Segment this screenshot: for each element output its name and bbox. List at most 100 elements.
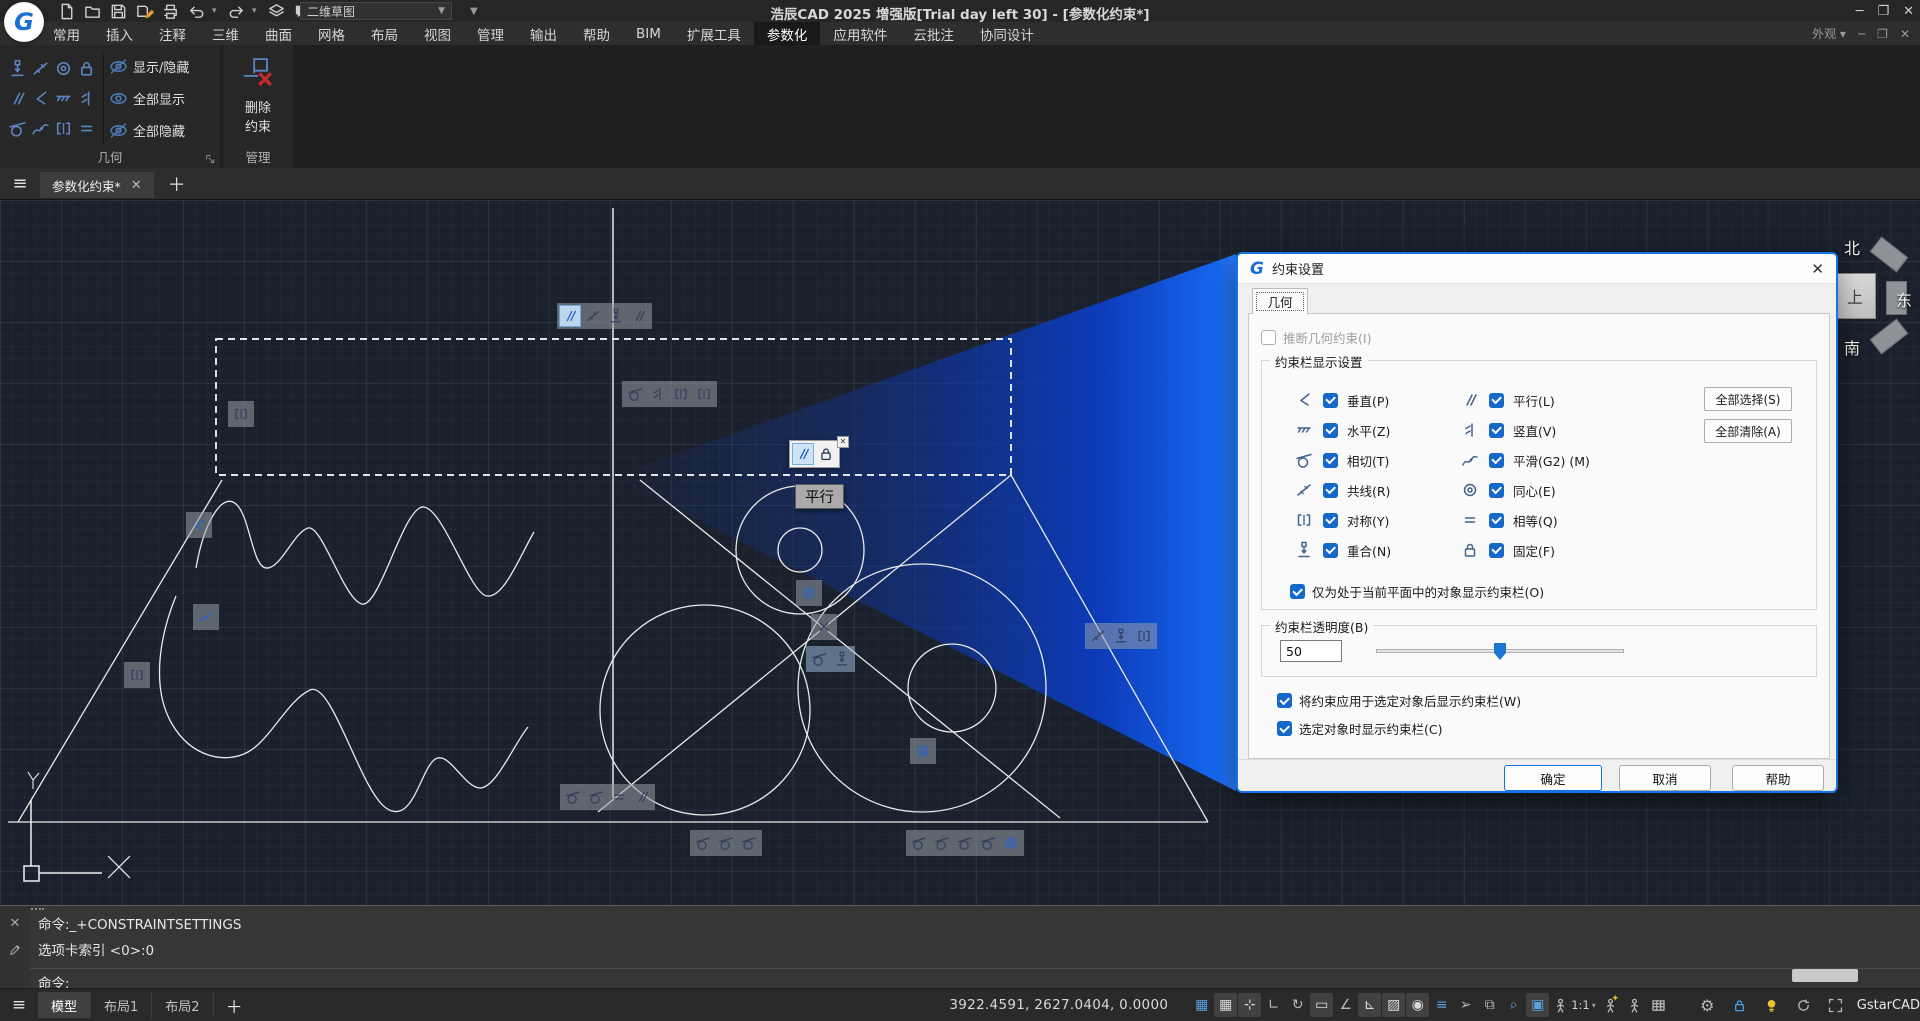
tangent-badge-icon[interactable]: [908, 832, 930, 854]
transparency-icon[interactable]: ≡: [1430, 993, 1453, 1017]
sync-icon[interactable]: [1792, 993, 1815, 1017]
viewcube-east-label[interactable]: 东: [1896, 287, 1912, 311]
new-layout-button[interactable]: ＋: [226, 993, 243, 1018]
constraint-visibility-button[interactable]: 全部隐藏: [108, 115, 189, 145]
apply-after-checkbox[interactable]: [1277, 693, 1292, 708]
coincident-badge-icon[interactable]: [605, 305, 627, 327]
layout-tab[interactable]: 布局1: [91, 992, 152, 1018]
ribbon-tab[interactable]: 帮助: [570, 22, 623, 45]
perpendicular-badge-icon[interactable]: [188, 514, 210, 536]
slider-handle[interactable]: [1494, 643, 1506, 660]
angle-snap-icon[interactable]: ∠: [1334, 993, 1357, 1017]
polar-tracking-icon[interactable]: ↻: [1286, 993, 1309, 1017]
menu-burger-icon[interactable]: ≡: [0, 173, 40, 194]
only-current-plane-checkbox[interactable]: [1290, 584, 1305, 599]
tangent-checkbox[interactable]: [1323, 453, 1338, 468]
viewcube-north-label[interactable]: 北: [1844, 235, 1860, 259]
equal-checkbox[interactable]: [1489, 513, 1504, 528]
concentric-badge-icon[interactable]: [1000, 832, 1022, 854]
grid-display-icon[interactable]: ▦: [1214, 993, 1237, 1017]
collinear-checkbox[interactable]: [1323, 483, 1338, 498]
symmetric-badge-icon[interactable]: [230, 403, 252, 425]
snap-mode-icon[interactable]: ⊹: [1238, 993, 1261, 1017]
vertical-constraint-icon[interactable]: [75, 83, 98, 113]
fix-constraint-icon[interactable]: [75, 53, 98, 83]
settings-gear-icon[interactable]: ⚙: [1696, 993, 1719, 1017]
ribbon-tab[interactable]: 管理: [464, 22, 517, 45]
ribbon-tab[interactable]: 输出: [517, 22, 570, 45]
help-button[interactable]: 帮助: [1732, 765, 1824, 791]
close-tab-icon[interactable]: ✕: [131, 178, 142, 193]
command-close-icon[interactable]: ✕: [10, 916, 21, 931]
coincident-badge-icon[interactable]: [1110, 625, 1132, 647]
constraint-badge[interactable]: [910, 738, 936, 764]
tangent-badge-icon[interactable]: [692, 832, 714, 854]
layout-tab[interactable]: 模型: [38, 992, 91, 1018]
workspace-selector[interactable]: 二维草图 ▼: [300, 2, 452, 20]
app-logo[interactable]: G: [4, 2, 44, 42]
constraint-badge[interactable]: [560, 784, 655, 810]
ribbon-tab[interactable]: 常用: [40, 22, 93, 45]
command-scrollbar[interactable]: [1792, 969, 1858, 982]
grid-snap-icon[interactable]: ▦: [1190, 993, 1213, 1017]
constraint-option[interactable]: 共线(R): [1294, 480, 1428, 500]
dialog-title-bar[interactable]: G 约束设置 ✕: [1238, 254, 1836, 284]
doc-close-button[interactable]: ✕: [1900, 27, 1910, 41]
ribbon-tab[interactable]: 扩展工具: [674, 22, 754, 45]
constraint-option[interactable]: 平行(L): [1460, 390, 1555, 410]
command-line-panel[interactable]: ✕ 命令:_+CONSTRAINTSETTINGS选项卡索引 <0>:0 命令:: [0, 905, 1920, 988]
view-cube[interactable]: 北 上 东 南: [1832, 229, 1920, 365]
constraint-visibility-button[interactable]: 全部显示: [108, 83, 189, 113]
constraint-option[interactable]: 相切(T): [1294, 450, 1428, 470]
constraint-badge[interactable]: ✕: [789, 440, 840, 468]
only-current-plane-row[interactable]: 仅为处于当前平面中的对象显示约束栏(O): [1290, 582, 1544, 601]
ribbon-tab[interactable]: 参数化: [754, 22, 821, 45]
constraint-option[interactable]: 平滑(G2) (M): [1460, 450, 1590, 470]
3d-osnap-icon[interactable]: ⧉: [1478, 993, 1501, 1017]
tangent-badge-icon[interactable]: [738, 832, 760, 854]
constraint-badge[interactable]: [906, 830, 1024, 856]
status-menu-icon[interactable]: ≡: [0, 995, 38, 1015]
concentric-constraint-icon[interactable]: [52, 53, 75, 83]
transparency-input[interactable]: [1280, 640, 1342, 662]
ribbon-tab[interactable]: 协同设计: [967, 22, 1047, 45]
workspace-icon[interactable]: ▣: [1526, 993, 1549, 1017]
tangent-badge-icon[interactable]: [715, 832, 737, 854]
tangent-badge-icon[interactable]: [808, 648, 830, 670]
horizontal-checkbox[interactable]: [1323, 423, 1338, 438]
selection-cycling-icon[interactable]: ➢: [1454, 993, 1477, 1017]
symmetric-badge-icon[interactable]: [693, 383, 715, 405]
parallel-badge-icon[interactable]: [559, 305, 581, 327]
ribbon-tab[interactable]: 三维: [199, 22, 252, 45]
ribbon-tab[interactable]: 应用软件: [820, 22, 900, 45]
show-on-select-checkbox[interactable]: [1277, 721, 1292, 736]
collinear-constraint-icon[interactable]: [29, 53, 52, 83]
object-snap-icon[interactable]: ▭: [1310, 993, 1333, 1017]
hardware-bulb-icon[interactable]: [1760, 993, 1783, 1017]
constraint-option[interactable]: 竖直(V): [1460, 420, 1556, 440]
xmark-badge-icon[interactable]: [813, 616, 835, 638]
coincident-checkbox[interactable]: [1323, 543, 1338, 558]
equal-badge-icon[interactable]: [608, 786, 630, 808]
object-track-icon[interactable]: ⊾: [1358, 993, 1381, 1017]
constraint-badge[interactable]: [806, 646, 855, 672]
annotation-monitor-icon[interactable]: ⌕: [1502, 993, 1525, 1017]
vertical-checkbox[interactable]: [1489, 423, 1504, 438]
viewcube-south-label[interactable]: 南: [1844, 335, 1860, 359]
tangent-badge-icon[interactable]: [562, 786, 584, 808]
constraint-option[interactable]: 垂直(P): [1294, 390, 1428, 410]
close-button[interactable]: ✕: [1903, 4, 1914, 19]
constraint-option[interactable]: 同心(E): [1460, 480, 1556, 500]
coincident-badge-icon[interactable]: [831, 648, 853, 670]
symmetric-badge-icon[interactable]: [126, 664, 148, 686]
parallel-checkbox[interactable]: [1489, 393, 1504, 408]
concentric-badge-icon[interactable]: [912, 740, 934, 762]
constraint-option[interactable]: 相等(Q): [1460, 510, 1558, 530]
appearance-menu[interactable]: 外观 ▾: [1812, 25, 1846, 42]
tangent-badge-icon[interactable]: [977, 832, 999, 854]
constraint-option[interactable]: 固定(F): [1460, 540, 1555, 560]
hatch-icon[interactable]: ▨: [1382, 993, 1405, 1017]
lineweight-icon[interactable]: ◉: [1406, 993, 1429, 1017]
saveas-icon[interactable]: [134, 1, 154, 21]
annotation-auto-icon[interactable]: [1623, 993, 1646, 1017]
